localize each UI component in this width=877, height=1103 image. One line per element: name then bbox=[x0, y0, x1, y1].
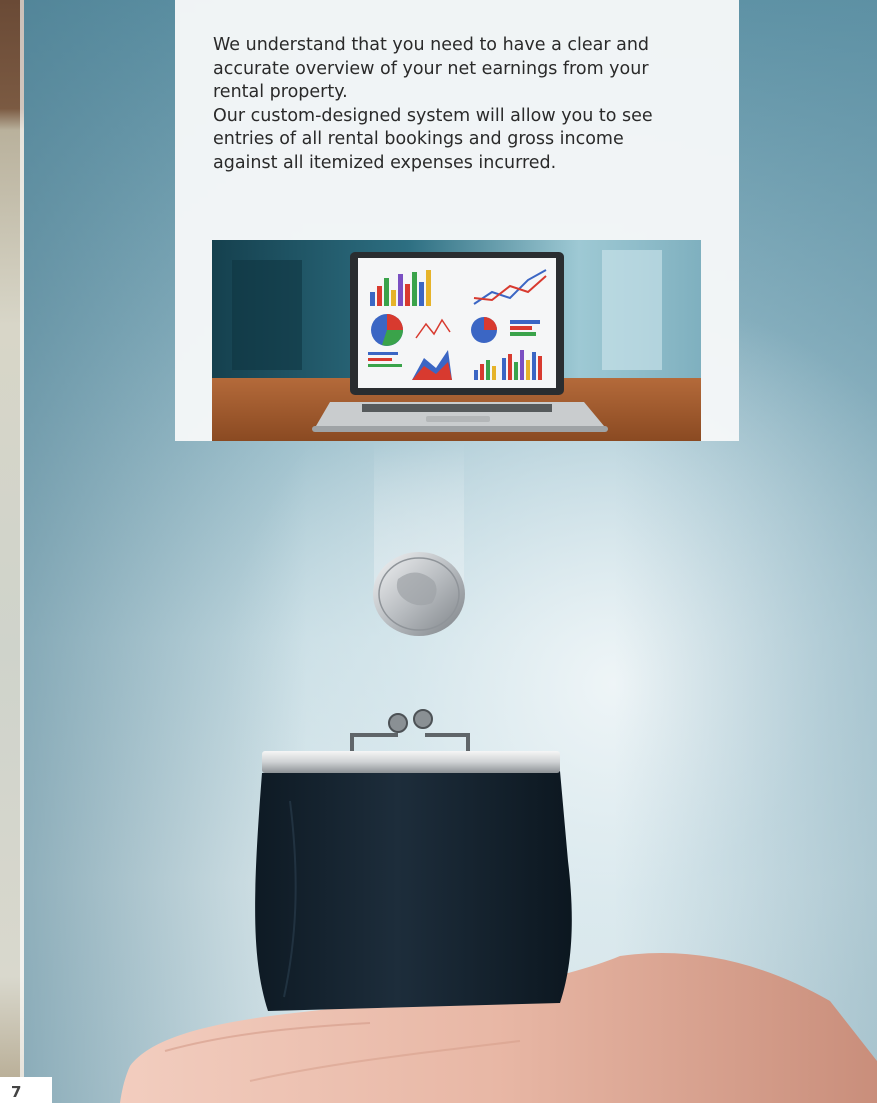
purse-clasp-left bbox=[388, 713, 408, 733]
laptop-dashboard-photo bbox=[212, 240, 701, 441]
intro-card: We understand that you need to have a cl… bbox=[175, 0, 739, 441]
coin-purse bbox=[255, 709, 572, 1011]
brochure-page: We understand that you need to have a cl… bbox=[0, 0, 877, 1103]
paragraph-net-earnings: We understand that you need to have a cl… bbox=[213, 35, 650, 102]
page-number-box bbox=[0, 1077, 52, 1103]
falling-coin bbox=[373, 552, 465, 636]
purse-clasp-right bbox=[413, 709, 433, 729]
page-number: 7 bbox=[11, 1083, 22, 1101]
coin-purse-illustration bbox=[120, 441, 877, 1103]
paragraph-custom-system: Our custom-designed system will allow yo… bbox=[213, 105, 653, 173]
purse-metal-frame bbox=[262, 751, 560, 773]
intro-text: We understand that you need to have a cl… bbox=[213, 34, 683, 175]
